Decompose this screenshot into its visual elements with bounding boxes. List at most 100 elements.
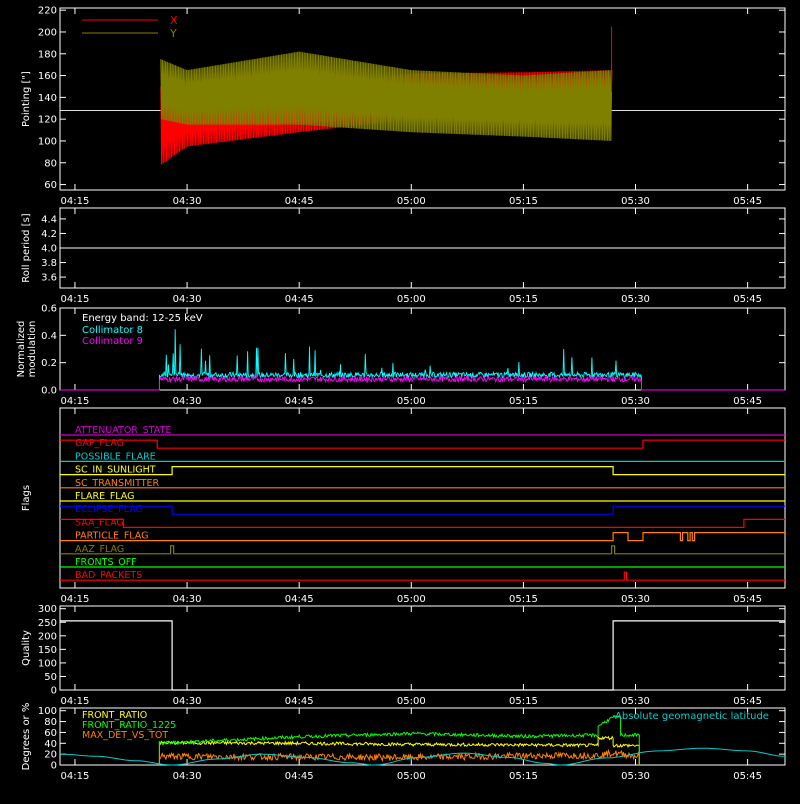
quality-ytick-label: 0 [51, 686, 57, 697]
modulation-ytick-label: 0.0 [41, 386, 57, 397]
flag-label: PARTICLE_FLAG [75, 531, 148, 542]
flag-line-aaz-flag [60, 545, 785, 555]
roll-panel: 04:15 04:30 04:45 05:00 05:15 05:30 05:45 3.6 3.… [21, 207, 786, 305]
flag-label: BAD_PACKETS [75, 570, 142, 581]
roll-xtick-label: 04:45 [285, 294, 314, 305]
ratios-ytick-label: 40 [44, 739, 57, 750]
flag-label: FRONTS_OFF [75, 557, 137, 568]
modulation-annotation: Energy band: 12-25 keV [82, 313, 203, 324]
ratios-ytick-label: 20 [44, 750, 57, 761]
flag-line-saa-flag [60, 518, 785, 528]
modulation-xtick-label: 05:00 [397, 396, 426, 407]
ratios-ylabel: Degrees or % [21, 703, 32, 771]
flag-line-particle-flag [60, 532, 785, 542]
roll-xtick-label: 05:00 [397, 294, 426, 305]
flag-label: FLARE_FLAG [75, 491, 135, 502]
pointing-xtick-label: 05:45 [733, 196, 762, 207]
roll-ytick-label: 4.2 [41, 229, 57, 240]
roll-xtick-label: 05:15 [509, 294, 538, 305]
pointing-ytick-label: 60 [44, 180, 57, 191]
quality-xtick-label: 05:30 [621, 696, 650, 707]
quality-xtick-label: 05:15 [509, 696, 538, 707]
roll-xtick-label: 04:15 [61, 294, 90, 305]
flag-label: SC_IN_SUNLIGHT [75, 465, 156, 476]
pointing-xtick-label: 04:45 [285, 196, 314, 207]
roll-ytick-label: 4.4 [41, 214, 57, 225]
flags-xtick-label: 04:15 [61, 594, 90, 605]
ratios-panel: 04:15 04:30 04:45 05:00 05:15 05:30 05:45 02040… [21, 703, 786, 782]
pointing-xtick-label: 04:30 [173, 196, 202, 207]
ratios-xtick-label: 05:45 [733, 771, 762, 782]
modulation-xtick-label: 04:45 [285, 396, 314, 407]
flags-xtick-label: 05:30 [621, 594, 650, 605]
flags-ylabel: Flags [21, 485, 32, 511]
pointing-legend-label: X [170, 14, 178, 27]
pointing-ytick-label: 120 [38, 115, 57, 126]
modulation-xtick-label: 04:30 [173, 396, 202, 407]
hessi-summary-plot: 04:15 04:30 04:45 05:00 05:15 05:30 05:45 60 80 1… [0, 0, 800, 800]
quality-ytick-label: 200 [38, 631, 57, 642]
quality-ytick-label: 100 [38, 658, 57, 669]
ratios-xtick-label: 04:15 [61, 771, 90, 782]
roll-xtick-label: 04:30 [173, 294, 202, 305]
ratios-xtick-label: 05:00 [397, 771, 426, 782]
roll-ytick-label: 3.8 [41, 258, 57, 269]
flag-label: SAA_FLAG [75, 517, 124, 528]
modulation-panel: 04:15 04:30 04:45 05:00 05:15 05:30 05:45 0.0 0.… [16, 304, 786, 407]
flags-xtick-label: 05:15 [509, 594, 538, 605]
roll-xtick-label: 05:30 [621, 294, 650, 305]
pointing-legend-label: Y [169, 27, 177, 40]
quality-panel: 04:15 04:30 04:45 05:00 05:15 05:30 05:45 0 50 10… [21, 604, 786, 707]
pointing-ytick-label: 140 [38, 93, 57, 104]
flag-line-gap-flag [60, 439, 785, 449]
modulation-series-9 [60, 374, 785, 391]
modulation-ylabel: Normalized [16, 321, 27, 378]
quality-xtick-label: 04:15 [61, 696, 90, 707]
modulation-xtick-label: 04:15 [61, 396, 90, 407]
roll-xtick-label: 05:45 [733, 294, 762, 305]
ratios-xtick-label: 05:30 [621, 771, 650, 782]
ratios-ytick-label: 100 [38, 706, 57, 717]
quality-ytick-label: 150 [38, 645, 57, 656]
ratios-annotation: Absolute geomagnetic latitude [615, 711, 769, 722]
modulation-legend-label: Collimator 8 [82, 325, 143, 336]
modulation-xtick-label: 05:45 [733, 396, 762, 407]
pointing-ytick-label: 220 [38, 6, 57, 17]
quality-line [60, 620, 785, 691]
modulation-xtick-label: 05:15 [509, 396, 538, 407]
flags-xtick-label: 04:30 [173, 594, 202, 605]
pointing-ytick-label: 160 [38, 71, 57, 82]
ratios-ytick-label: 60 [44, 728, 57, 739]
ratios-xtick-label: 05:15 [509, 771, 538, 782]
modulation-ytick-label: 0.6 [41, 304, 57, 315]
ratios-ytick-label: 0 [51, 761, 57, 772]
flag-label: GAP_FLAG [75, 438, 124, 449]
quality-frame [59, 605, 786, 691]
pointing-ytick-label: 180 [38, 49, 57, 60]
pointing-xtick-label: 05:30 [621, 196, 650, 207]
roll-ylabel: Roll period [s] [21, 213, 32, 282]
quality-xtick-label: 04:30 [173, 696, 202, 707]
flag-label: ATTENUATOR_STATE [75, 425, 171, 436]
pointing-ytick-label: 80 [44, 158, 57, 169]
pointing-ytick-label: 100 [38, 136, 57, 147]
quality-ytick-label: 50 [44, 672, 57, 683]
plot-canvas: 04:15 04:30 04:45 05:00 05:15 05:30 05:45 60 80 1… [16, 6, 786, 782]
ratios-xtick-label: 04:30 [173, 771, 202, 782]
quality-ytick-label: 250 [38, 618, 57, 629]
pointing-panel: 04:15 04:30 04:45 05:00 05:15 05:30 05:45 60 80 1… [21, 6, 786, 207]
pointing-ylabel: Pointing ["] [21, 71, 32, 127]
flags-xtick-label: 05:00 [397, 594, 426, 605]
pointing-xtick-label: 04:15 [61, 196, 90, 207]
pointing-ytick-label: 200 [38, 27, 57, 38]
quality-ytick-label: 300 [38, 604, 57, 615]
quality-xtick-label: 04:45 [285, 696, 314, 707]
flag-label: POSSIBLE_FLARE [75, 451, 156, 462]
flags-panel: 04:15 04:30 04:45 05:00 05:15 05:30 05:45 Flags… [21, 407, 786, 605]
pointing-xtick-label: 05:00 [397, 196, 426, 207]
modulation-ytick-label: 0.4 [41, 331, 57, 342]
quality-xtick-label: 05:00 [397, 696, 426, 707]
flag-line-bad-packets [60, 571, 785, 581]
flag-label: ECLIPSE_FLAG [75, 504, 143, 515]
modulation-xtick-label: 05:30 [621, 396, 650, 407]
